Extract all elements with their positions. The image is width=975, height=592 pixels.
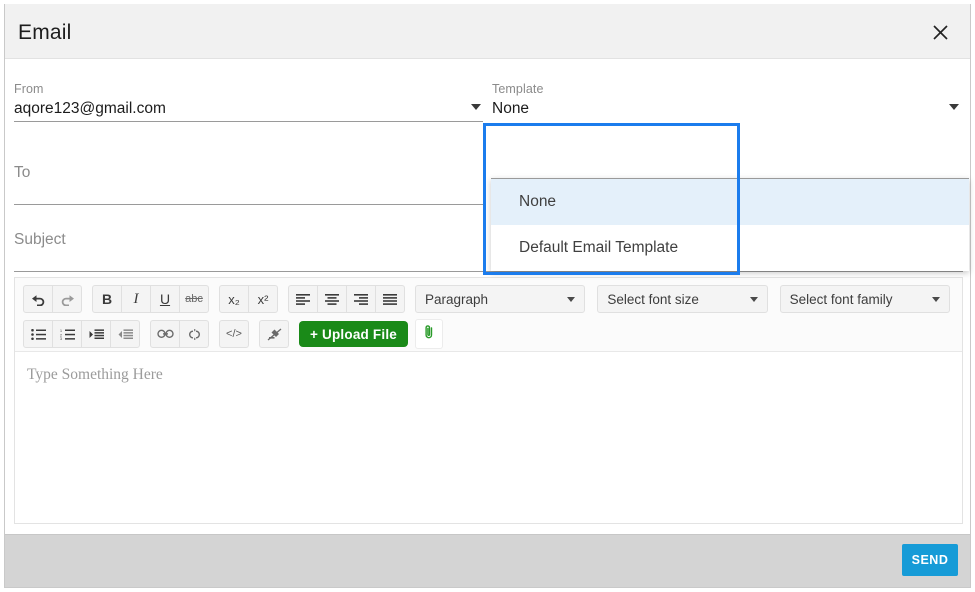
outdent-button[interactable] [110, 320, 140, 348]
align-center-button[interactable] [317, 285, 347, 313]
svg-text:3: 3 [60, 337, 62, 340]
ordered-list-button[interactable]: 1 2 3 [52, 320, 82, 348]
underline-button[interactable]: U [150, 285, 180, 313]
close-button[interactable] [926, 18, 954, 46]
strikethrough-icon: abc [185, 293, 203, 305]
align-justify-icon [383, 293, 397, 305]
toolbar-row-2: 1 2 3 </> + Upload File [23, 318, 962, 350]
align-right-icon [354, 293, 368, 305]
page-title: Email [18, 21, 72, 44]
subscript-icon: x₂ [228, 291, 240, 307]
outdent-icon [118, 328, 133, 340]
dialog-body: From aqore123@gmail.com Template None No… [5, 59, 970, 534]
dropdown-option-none[interactable]: None [491, 179, 969, 225]
dropdown-option-default-email-template[interactable]: Default Email Template [491, 225, 969, 271]
code-view-icon: </> [226, 328, 242, 340]
upload-file-button[interactable]: + Upload File [299, 321, 408, 347]
code-group: </> [219, 320, 249, 348]
font-size-select-value: Select font size [607, 291, 699, 307]
font-family-select-value: Select font family [789, 291, 893, 307]
send-button[interactable]: SEND [902, 544, 958, 576]
to-underline [14, 204, 483, 205]
editor-toolbar: B I U abc x₂ x² Paragraph Select font si… [15, 278, 962, 352]
link-icon [156, 329, 174, 339]
from-underline [14, 121, 483, 122]
dialog-header: Email [5, 4, 970, 59]
attach-file-button[interactable] [415, 319, 443, 349]
underline-icon: U [159, 291, 171, 307]
remove-format-button[interactable] [259, 320, 289, 348]
history-group [23, 285, 82, 313]
paperclip-icon [423, 324, 436, 345]
chevron-down-icon[interactable] [471, 104, 481, 110]
list-group: 1 2 3 [23, 320, 140, 348]
to-field[interactable]: To [14, 164, 483, 205]
redo-icon [60, 293, 75, 306]
ordered-list-icon: 1 2 3 [60, 329, 75, 340]
template-value: None [492, 100, 530, 117]
paragraph-select-value: Paragraph [425, 291, 489, 307]
remove-format-icon [267, 328, 282, 341]
align-left-icon [296, 293, 310, 305]
strikethrough-button[interactable]: abc [179, 285, 209, 313]
unordered-list-button[interactable] [23, 320, 53, 348]
from-value: aqore123@gmail.com [14, 100, 166, 117]
align-center-icon [325, 293, 339, 305]
indent-button[interactable] [81, 320, 111, 348]
italic-button[interactable]: I [121, 285, 151, 313]
superscript-icon: x² [257, 291, 269, 307]
undo-icon [31, 293, 46, 306]
template-field[interactable]: Template None [492, 82, 961, 122]
align-right-button[interactable] [346, 285, 376, 313]
to-label: To [14, 164, 31, 181]
unlink-button[interactable] [179, 320, 209, 348]
unlink-icon [186, 328, 203, 340]
toolbar-row-1: B I U abc x₂ x² Paragraph Select font si… [23, 283, 962, 315]
link-button[interactable] [150, 320, 180, 348]
clear-format-group [259, 320, 289, 348]
code-view-button[interactable]: </> [219, 320, 249, 348]
editor-content-area[interactable]: Type Something Here [15, 352, 962, 523]
from-label: From [14, 82, 44, 96]
italic-icon: I [133, 290, 139, 307]
alignment-group [288, 285, 405, 313]
chevron-down-icon [749, 296, 758, 302]
text-format-group: B I U abc [92, 285, 209, 313]
align-justify-button[interactable] [375, 285, 405, 313]
subscript-button[interactable]: x₂ [219, 285, 249, 313]
rich-text-editor: B I U abc x₂ x² Paragraph Select font si… [14, 277, 963, 524]
template-label: Template [492, 82, 544, 96]
dialog-footer: SEND [5, 534, 970, 587]
undo-button[interactable] [23, 285, 53, 313]
chevron-down-icon [567, 296, 576, 302]
superscript-button[interactable]: x² [248, 285, 278, 313]
close-icon [932, 24, 949, 41]
email-dialog: Email From aqore123@gmail.com Template N… [4, 4, 971, 588]
chevron-down-icon [931, 296, 940, 302]
font-size-select[interactable]: Select font size [597, 285, 768, 313]
link-group [150, 320, 209, 348]
subject-label: Subject [14, 231, 66, 248]
from-field[interactable]: From aqore123@gmail.com [14, 82, 483, 122]
template-dropdown-list[interactable]: None Default Email Template [491, 178, 969, 271]
unordered-list-icon [30, 328, 46, 340]
font-family-select[interactable]: Select font family [779, 285, 950, 313]
editor-placeholder: Type Something Here [27, 366, 163, 383]
paragraph-select[interactable]: Paragraph [415, 285, 586, 313]
subject-underline [14, 271, 963, 272]
bold-button[interactable]: B [92, 285, 122, 313]
indent-icon [89, 328, 104, 340]
script-group: x₂ x² [219, 285, 278, 313]
bold-icon: B [101, 291, 113, 307]
chevron-down-icon[interactable] [949, 104, 959, 110]
align-left-button[interactable] [288, 285, 318, 313]
redo-button[interactable] [52, 285, 82, 313]
